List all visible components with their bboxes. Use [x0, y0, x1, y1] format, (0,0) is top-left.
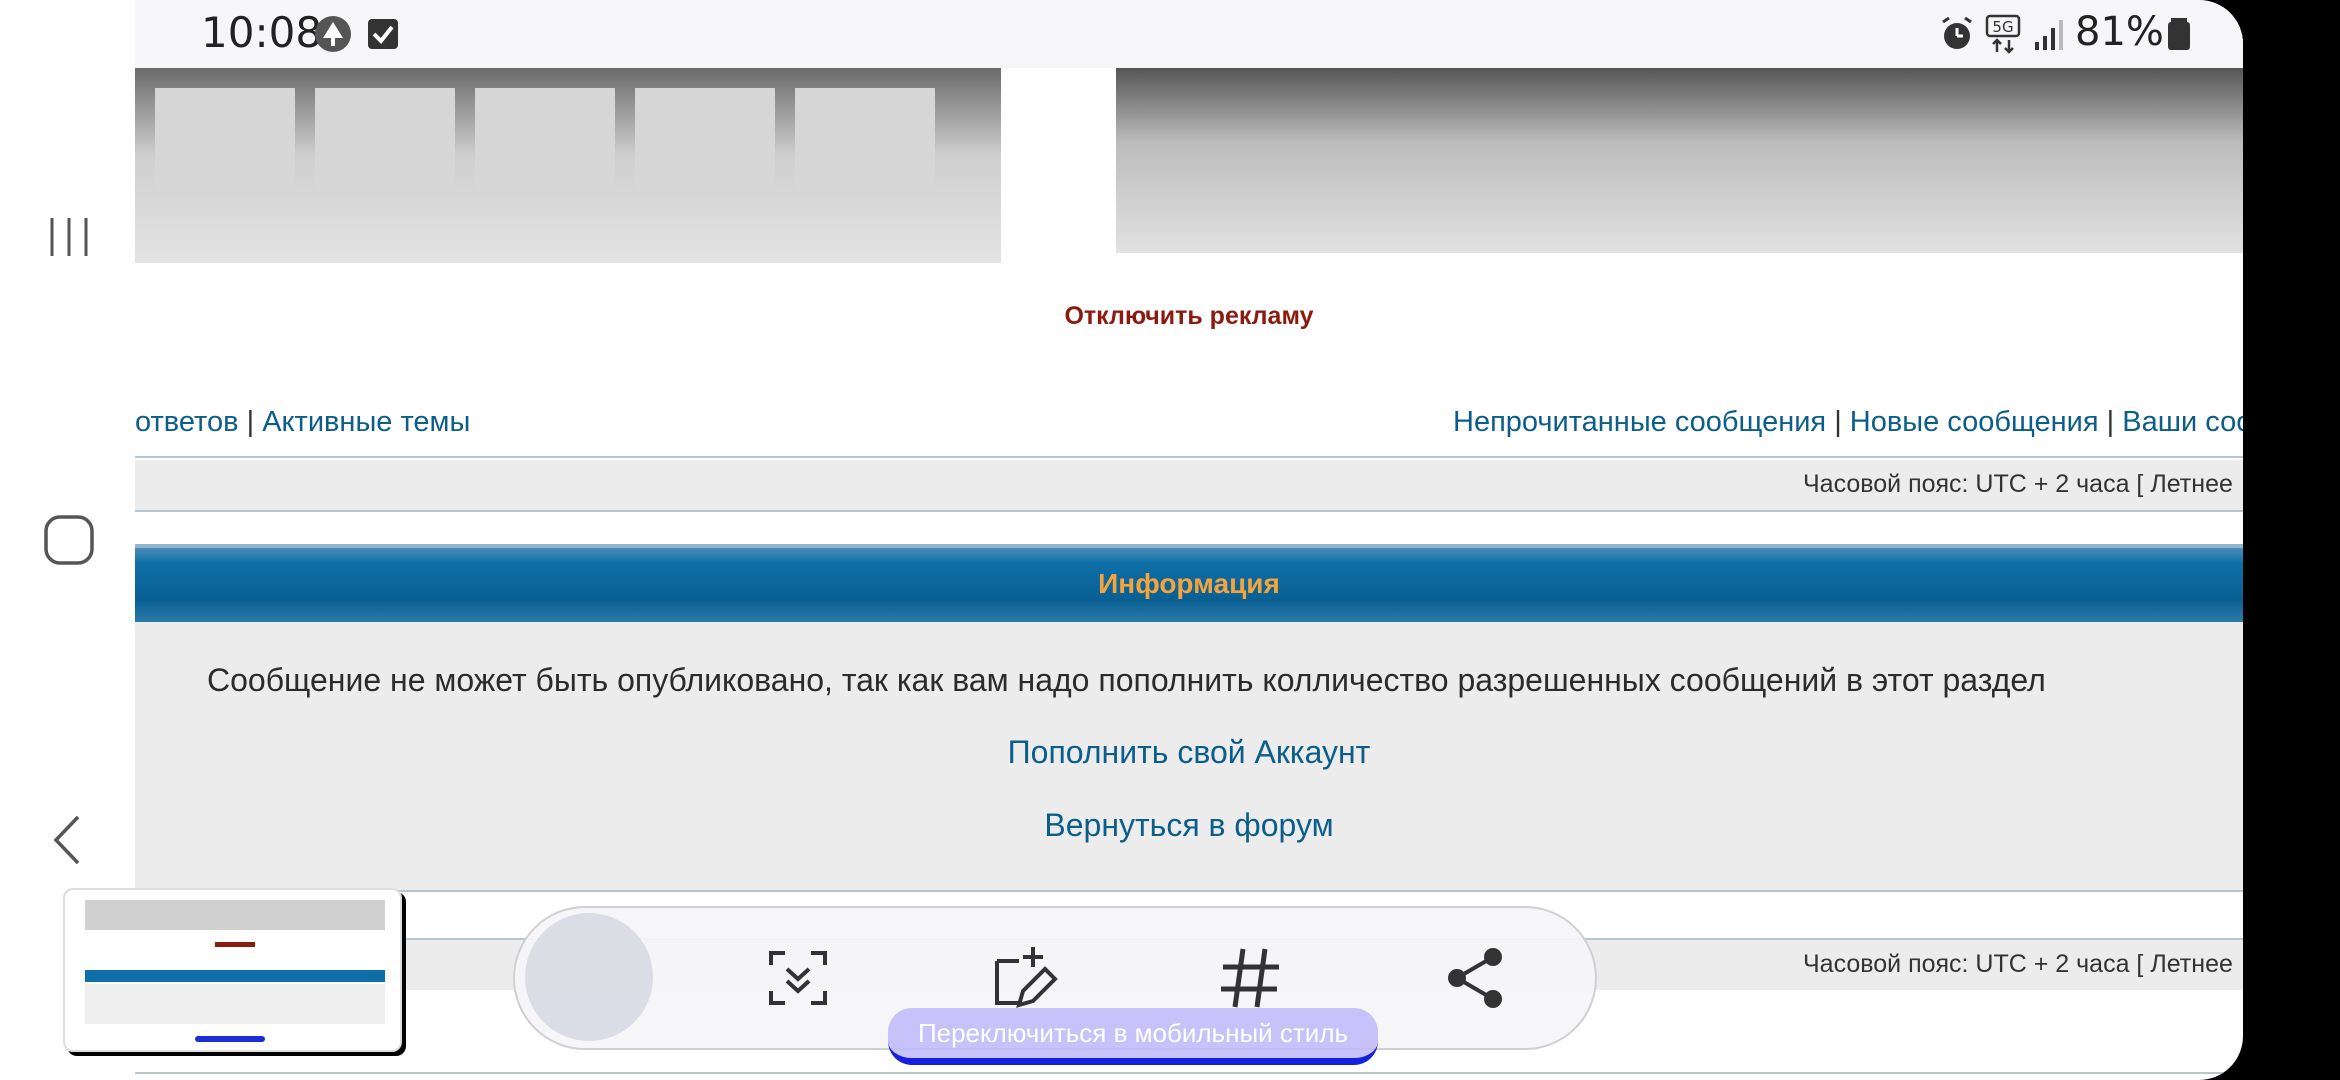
link-unread-messages[interactable]: Непрочитанные сообщения	[1453, 406, 1826, 438]
topup-account-link[interactable]: Пополнить свой Аккаунт	[135, 734, 2243, 771]
info-body: Сообщение не может быть опубликовано, та…	[135, 622, 2243, 890]
advertisement-banner[interactable]	[135, 68, 2243, 263]
hashtag-icon	[1221, 948, 1279, 1008]
link-separator: |	[1834, 406, 1842, 438]
timezone-text: Часовой пояс: UTC + 2 часа [ Летнее	[1803, 950, 2233, 978]
forum-links-right: Непрочитанные сообщения | Новые сообщени…	[1453, 406, 2243, 439]
forum-links-left: ответов | Активные темы	[135, 406, 470, 439]
battery-percentage: 81%	[2075, 9, 2164, 55]
disable-ads-link[interactable]: Отключить рекламу	[135, 302, 2243, 331]
scroll-capture-icon	[769, 951, 827, 1005]
tree-app-icon	[313, 14, 353, 54]
link-replies[interactable]: ответов	[135, 406, 239, 438]
ad-tile	[315, 88, 455, 198]
link-new-messages[interactable]: Новые сообщения	[1850, 406, 2099, 438]
screenshot-thumbnail[interactable]	[63, 888, 402, 1052]
info-title: Информация	[1098, 568, 1280, 599]
link-your-messages[interactable]: Ваши сообщения	[2122, 406, 2243, 438]
ad-tile	[635, 88, 775, 198]
svg-text:5G: 5G	[1992, 18, 2013, 36]
thumbnail-ad-link	[215, 942, 255, 947]
divider	[135, 456, 2243, 458]
info-message: Сообщение не может быть опубликовано, та…	[207, 662, 2046, 698]
timezone-text: Часовой пояс: UTC + 2 часа [ Летнее	[1803, 470, 2233, 498]
link-separator: |	[2106, 406, 2115, 438]
switch-mobile-style-button[interactable]: Переключиться в мобильный стиль	[888, 1008, 1378, 1065]
battery-icon	[2159, 14, 2199, 54]
ad-image-right	[1116, 68, 2243, 253]
clock: 10:08	[201, 8, 323, 57]
ad-image-left	[135, 68, 1001, 263]
alarm-icon	[1937, 14, 1977, 54]
signal-icon	[2029, 14, 2069, 54]
thumbnail-button	[195, 1036, 265, 1042]
thumbnail-ad	[85, 900, 385, 930]
share-button[interactable]	[1441, 943, 1511, 1013]
share-icon	[1448, 948, 1502, 1008]
info-header: Информация	[135, 544, 2243, 622]
thumbnail-body	[85, 984, 385, 1024]
recent-apps-icon	[50, 218, 88, 256]
thumbnail-header	[85, 970, 385, 982]
edit-crop-icon	[995, 947, 1058, 1008]
return-to-forum-link[interactable]: Вернуться в форум	[135, 807, 2243, 844]
scroll-preview	[525, 913, 653, 1041]
ad-tile	[795, 88, 935, 198]
back-icon	[53, 815, 80, 865]
divider	[135, 890, 2243, 892]
edit-crop-button[interactable]	[989, 943, 1059, 1013]
ad-tile	[475, 88, 615, 198]
divider	[135, 1072, 2243, 1074]
recent-apps-button[interactable]	[36, 204, 102, 270]
5g-data-icon: 5G	[1983, 14, 2023, 54]
back-button[interactable]	[36, 807, 102, 873]
home-icon	[44, 515, 94, 565]
status-bar: 10:08 5G 81%	[135, 0, 2243, 68]
home-button[interactable]	[36, 507, 102, 573]
ad-tile	[155, 88, 295, 198]
link-active-topics[interactable]: Активные темы	[262, 406, 470, 438]
divider	[135, 510, 2243, 512]
scroll-capture-button[interactable]	[763, 943, 833, 1013]
checkbox-notification-icon	[363, 14, 403, 54]
link-separator: |	[246, 406, 255, 438]
timezone-bar: Часовой пояс: UTC + 2 часа [ Летнее	[135, 460, 2243, 510]
hashtag-button[interactable]	[1215, 943, 1285, 1013]
